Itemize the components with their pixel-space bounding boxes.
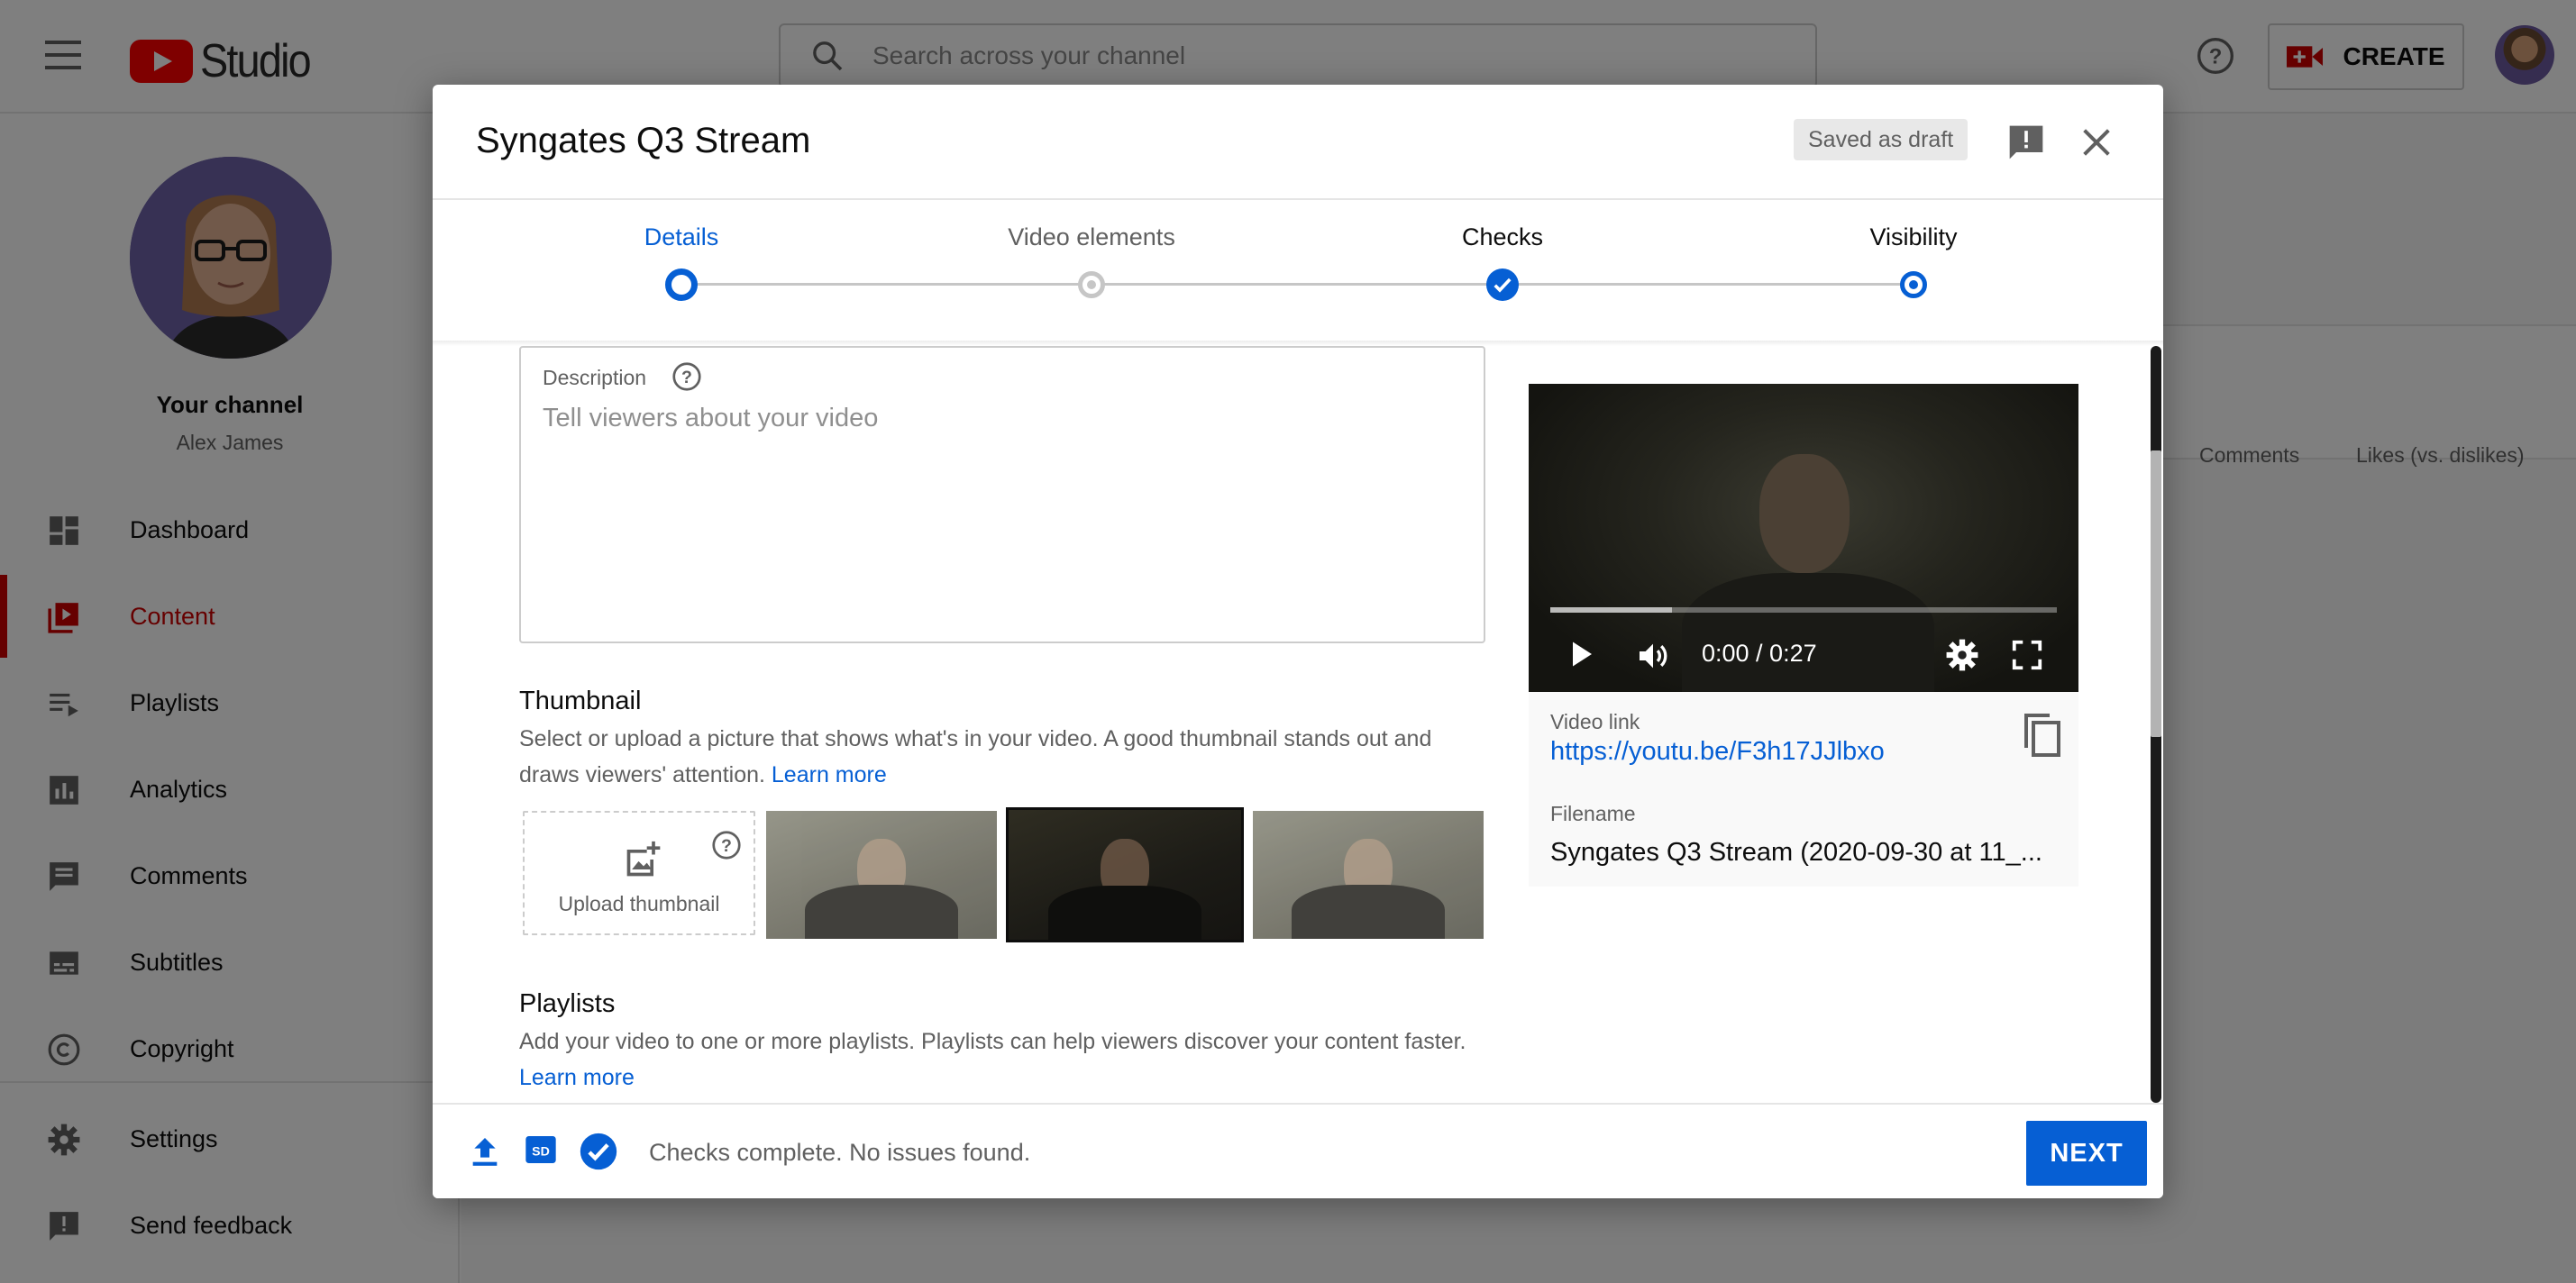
dialog-footer: SD Checks complete. No issues found. NEX… [433,1103,2163,1198]
close-icon[interactable] [2078,124,2115,160]
step-checks-indicator[interactable] [1486,268,1519,301]
video-time: 0:00 / 0:27 [1702,640,1817,667]
checks-status-text: Checks complete. No issues found. [649,1139,1031,1166]
thumbnail-option-selected[interactable] [1006,807,1244,942]
description-placeholder: Tell viewers about your video [543,404,879,432]
upload-thumbnail-label: Upload thumbnail [558,892,720,915]
step-label-details[interactable]: Details [644,223,719,251]
upload-thumbnail-button[interactable]: ? Upload thumbnail [523,811,755,935]
next-button[interactable]: NEXT [2026,1121,2147,1186]
help-icon[interactable]: ? [671,360,703,393]
playlists-learn-more-link[interactable]: Learn more [519,1065,635,1090]
fullscreen-icon[interactable] [2010,638,2044,672]
play-icon[interactable] [1565,638,1597,670]
help-icon[interactable]: ? [710,829,743,861]
step-details-indicator[interactable] [665,268,698,301]
sd-badge-icon: SD [525,1136,556,1163]
video-preview-player[interactable]: 0:00 / 0:27 [1529,384,2078,692]
video-info-panel: Video link https://youtu.be/F3h17JJlbxo … [1529,692,2078,887]
description-field[interactable]: Description ? Tell viewers about your vi… [519,346,1485,643]
check-icon [1494,278,1512,293]
step-video-elements-indicator[interactable] [1078,271,1105,298]
thumbnail-heading: Thumbnail [519,687,642,715]
filename-label: Filename [1550,802,1636,825]
dialog-title: Syngates Q3 Stream [476,121,811,160]
step-label-visibility[interactable]: Visibility [1869,223,1957,251]
gear-icon[interactable] [1945,638,1979,672]
thumbnail-learn-more-link[interactable]: Learn more [772,762,887,787]
playlists-description: Add your video to one or more playlists.… [519,1024,1475,1096]
volume-icon[interactable] [1635,638,1671,674]
stepper-track [681,283,1916,286]
thumbnail-description: Select or upload a picture that shows wh… [519,721,1493,793]
report-feedback-icon[interactable] [2006,123,2046,162]
video-controls: 0:00 / 0:27 [1529,627,2078,681]
upload-stepper: Details Video elements Checks Visibility [433,200,2163,342]
step-visibility-indicator[interactable] [1900,271,1927,298]
details-scroll-area[interactable]: Description ? Tell viewers about your vi… [433,346,2163,1103]
video-progress-bar[interactable] [1550,607,2057,613]
filename-value: Syngates Q3 Stream (2020-09-30 at 11_... [1550,838,2042,867]
video-link[interactable]: https://youtu.be/F3h17JJlbxo [1550,737,1885,767]
svg-text:?: ? [681,368,692,387]
svg-text:SD: SD [532,1145,550,1160]
draft-status-badge: Saved as draft [1794,119,1969,160]
svg-text:?: ? [721,836,732,856]
step-label-checks[interactable]: Checks [1462,223,1543,251]
scrollbar-thumb[interactable] [2151,450,2161,737]
checks-complete-icon [580,1133,617,1170]
upload-details-dialog: Syngates Q3 Stream Saved as draft Detail… [433,85,2163,1198]
thumbnail-help-text: Select or upload a picture that shows wh… [519,726,1432,787]
video-link-label: Video link [1550,710,1640,733]
add-image-icon [626,841,661,877]
playlists-heading: Playlists [519,989,616,1018]
thumbnail-option[interactable] [766,811,997,939]
playlists-help-text: Add your video to one or more playlists.… [519,1029,1466,1054]
description-label: Description [543,366,647,389]
upload-icon [472,1138,498,1166]
copy-icon[interactable] [2023,714,2062,759]
thumbnail-option[interactable] [1253,811,1484,939]
step-label-video-elements[interactable]: Video elements [1008,223,1175,251]
